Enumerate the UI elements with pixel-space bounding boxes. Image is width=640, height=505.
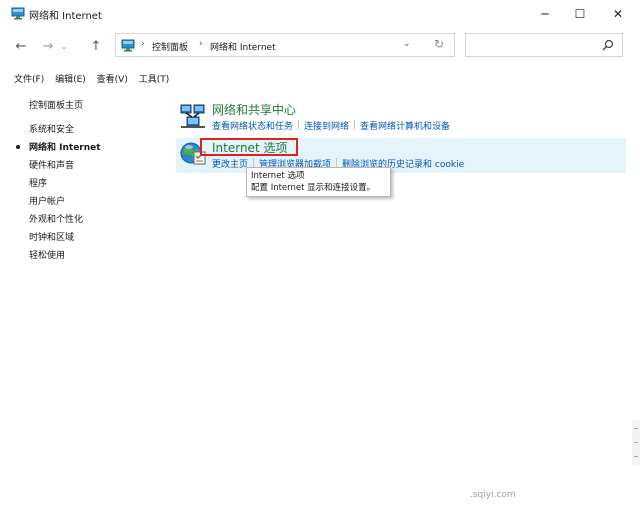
scroll-grip-icon bbox=[634, 428, 638, 429]
address-bar[interactable]: › 控制面板 › 网络和 Internet ⌄ ↻ bbox=[115, 33, 455, 57]
refresh-icon[interactable]: ↻ bbox=[434, 37, 444, 51]
control-panel-home-link[interactable]: 控制面板主页 bbox=[29, 98, 83, 111]
sidebar-item-network-internet[interactable]: 网络和 Internet bbox=[0, 142, 101, 160]
breadcrumb-separator-icon[interactable]: › bbox=[199, 39, 203, 49]
connect-to-network-link[interactable]: 连接到网络 bbox=[304, 122, 349, 132]
sidebar-item-programs[interactable]: 程序 bbox=[0, 178, 101, 196]
up-button[interactable]: ↑ bbox=[86, 37, 106, 55]
sidebar-item-label: 系统和安全 bbox=[29, 125, 75, 135]
sidebar-item-appearance[interactable]: 外观和个性化 bbox=[0, 214, 101, 232]
sidebar-item-label: 程序 bbox=[29, 179, 48, 189]
scrollbar-track[interactable] bbox=[632, 420, 640, 465]
network-sharing-icon[interactable] bbox=[179, 102, 207, 130]
forward-button[interactable]: → bbox=[38, 37, 58, 55]
tooltip-description: 配置 Internet 显示和连接设置。 bbox=[251, 183, 376, 193]
recent-locations-button[interactable]: ⌄ bbox=[58, 37, 70, 55]
window-title: 网络和 Internet bbox=[29, 11, 102, 22]
menu-edit[interactable]: 编辑(E) bbox=[55, 72, 86, 85]
category-network-sharing-center: 网络和共享中心 查看网络状态和任务 连接到网络 查看网络计算机和设备 bbox=[176, 100, 626, 134]
current-item-bullet-icon bbox=[16, 145, 20, 149]
control-panel-icon bbox=[11, 7, 25, 20]
link-divider bbox=[298, 120, 300, 130]
sidebar-item-label: 网络和 Internet bbox=[29, 143, 101, 153]
scroll-grip-icon bbox=[634, 456, 638, 457]
title-bar: 网络和 Internet ─ ☐ ✕ bbox=[0, 0, 640, 28]
sidebar-item-label: 轻松使用 bbox=[29, 251, 66, 261]
close-button[interactable]: ✕ bbox=[596, 0, 640, 28]
link-divider bbox=[354, 120, 356, 130]
category-list: 系统和安全 网络和 Internet 硬件和声音 程序 用户帐户 外观和个性化 … bbox=[0, 124, 101, 268]
sidebar-item-hardware-sound[interactable]: 硬件和声音 bbox=[0, 160, 101, 178]
change-homepage-link[interactable]: 更改主页 bbox=[212, 160, 248, 170]
network-sharing-center-link[interactable]: 网络和共享中心 bbox=[212, 101, 296, 118]
breadcrumb-control-panel[interactable]: 控制面板 bbox=[152, 40, 188, 53]
search-input[interactable] bbox=[465, 33, 623, 57]
chevron-down-icon[interactable]: ⌄ bbox=[403, 39, 411, 49]
sidebar-item-system-security[interactable]: 系统和安全 bbox=[0, 124, 101, 142]
sidebar-item-label: 硬件和声音 bbox=[29, 161, 75, 171]
sidebar-item-user-accounts[interactable]: 用户帐户 bbox=[0, 196, 101, 214]
search-icon[interactable] bbox=[602, 39, 614, 51]
sidebar-item-label: 外观和个性化 bbox=[29, 215, 84, 225]
sidebar-item-ease-of-access[interactable]: 轻松使用 bbox=[0, 250, 101, 268]
view-network-computers-link[interactable]: 查看网络计算机和设备 bbox=[360, 122, 450, 132]
annotation-highlight-box bbox=[200, 138, 298, 156]
menu-view[interactable]: 查看(V) bbox=[97, 72, 128, 85]
category-task-links: 查看网络状态和任务 连接到网络 查看网络计算机和设备 bbox=[212, 119, 450, 132]
menu-tools[interactable]: 工具(T) bbox=[139, 72, 170, 85]
sidebar-item-label: 用户帐户 bbox=[29, 197, 66, 207]
control-panel-window: 网络和 Internet ─ ☐ ✕ ← → ⌄ ↑ › 控制面板 › 网络和 … bbox=[0, 0, 640, 505]
breadcrumb-separator-icon[interactable]: › bbox=[141, 39, 145, 49]
back-button[interactable]: ← bbox=[11, 37, 31, 55]
menu-file[interactable]: 文件(F) bbox=[14, 72, 44, 85]
scroll-grip-icon bbox=[634, 442, 638, 443]
tooltip-title: Internet 选项 bbox=[251, 171, 305, 181]
menu-bar: 文件(F) 编辑(E) 查看(V) 工具(T) bbox=[14, 72, 177, 85]
watermark: .sqiyi.com bbox=[470, 490, 516, 500]
sidebar-item-clock-region[interactable]: 时钟和区域 bbox=[0, 232, 101, 250]
sidebar-item-label: 时钟和区域 bbox=[29, 233, 75, 243]
internet-options-tooltip: Internet 选项 配置 Internet 显示和连接设置。 bbox=[246, 167, 391, 197]
view-network-status-link[interactable]: 查看网络状态和任务 bbox=[212, 122, 293, 132]
breadcrumb-network-internet[interactable]: 网络和 Internet bbox=[210, 40, 276, 53]
control-panel-icon bbox=[121, 39, 135, 52]
